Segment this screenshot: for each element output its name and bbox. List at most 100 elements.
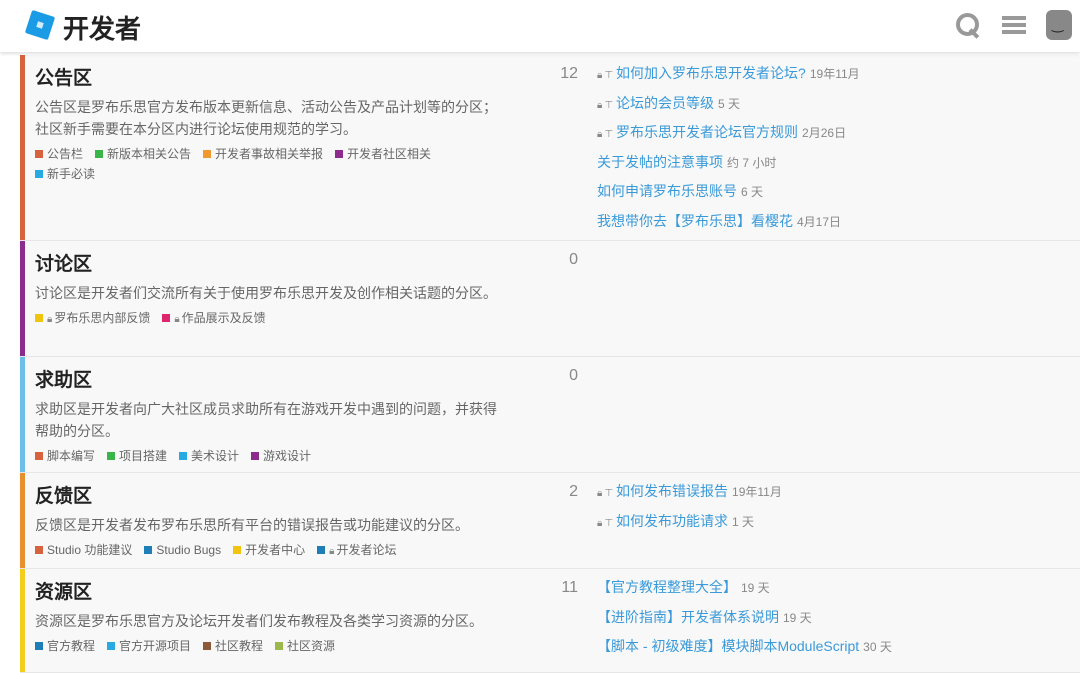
search-icon[interactable]	[954, 11, 982, 39]
category-name[interactable]: 求助区	[35, 365, 505, 392]
subcategory-name: 社区教程	[215, 639, 264, 653]
hamburger-menu-icon[interactable]	[1000, 11, 1028, 39]
subcategory-name: 脚本编写	[47, 449, 96, 463]
subcategory-name: 新版本相关公告	[107, 147, 192, 161]
category-name[interactable]: 资源区	[35, 577, 505, 604]
topic-age: 约 7 小时	[727, 155, 777, 170]
subcategory-link[interactable]: Studio 功能建议	[35, 540, 132, 560]
site-title[interactable]: 开发者	[63, 9, 141, 46]
subcategory-link[interactable]: 公告栏	[35, 144, 83, 164]
topic-age: 5 天	[718, 96, 741, 111]
subcategory-link[interactable]: 游戏设计	[251, 446, 311, 466]
subcategory-name: 社区资源	[287, 639, 336, 653]
subcategory-name: 开发者中心	[245, 543, 306, 557]
subcategory-link[interactable]: 开发者中心	[233, 540, 305, 560]
topic-title-link[interactable]: 我想带你去【罗布乐思】看樱花	[597, 213, 793, 229]
pin-icon: ⊤	[604, 488, 614, 499]
subcategory-color-swatch	[203, 642, 212, 650]
category-description: 讨论区是开发者们交流所有关于使用罗布乐思开发及创作相关话题的分区。	[35, 285, 497, 301]
pin-icon: ⊤	[604, 99, 614, 111]
subcategory-link[interactable]: 开发者事故相关举报	[203, 144, 323, 164]
subcategory-color-swatch	[144, 546, 153, 554]
subcategory-link[interactable]: 社区教程	[203, 636, 263, 656]
topic-title-link[interactable]: 关于发帖的注意事项	[597, 154, 723, 170]
subcategory-color-swatch	[35, 642, 43, 650]
subcategory-color-swatch	[107, 452, 116, 460]
category-name[interactable]: 公告区	[35, 63, 505, 90]
category-row: 求助区 求助区是开发者向广大社区成员求助所有在游戏开发中遇到的问题，并获得帮助的分…	[20, 357, 1080, 473]
topic-item: 如何申请罗布乐思账号 6 天	[597, 181, 860, 211]
topic-title-link[interactable]: 【脚本 - 初级难度】模块脚本ModuleScript	[597, 638, 859, 654]
subcategory-link[interactable]: Studio Bugs	[144, 540, 221, 560]
topic-age: 1 天	[732, 514, 755, 529]
topic-title-link[interactable]: 如何加入罗布乐思开发者论坛?	[616, 65, 806, 81]
subcategory-link[interactable]: 🔒︎ 罗布乐思内部反馈	[35, 308, 150, 330]
subcategory-name: 游戏设计	[263, 449, 312, 463]
category-color-bar	[20, 55, 25, 240]
category-description: 公告区是罗布乐思官方发布版本更新信息、活动公告及产品计划等的分区；社区新手需要在…	[35, 99, 497, 137]
topic-age: 2月26日	[802, 126, 847, 140]
latest-topics: 🔒︎ ⊤ 如何加入罗布乐思开发者论坛? 19年11月 🔒︎ ⊤ 论坛的会员等级 5 天 🔒︎ ⊤ 罗…	[597, 63, 860, 240]
subcategory-link[interactable]: 脚本编写	[35, 446, 95, 466]
subcategory-color-swatch	[233, 546, 242, 554]
subcategory-link[interactable]: 官方开源项目	[107, 636, 191, 656]
topic-title-link[interactable]: 罗布乐思开发者论坛官方规则	[616, 124, 798, 140]
subcategory-color-swatch	[107, 642, 116, 650]
topic-title-link[interactable]: 论坛的会员等级	[616, 95, 714, 111]
category-name[interactable]: 反馈区	[35, 481, 505, 508]
topic-age: 6 天	[741, 185, 764, 199]
subcategory-name: 美术设计	[191, 449, 240, 463]
subcategory-list: Studio 功能建议 Studio Bugs 开发者中心 🔒︎ 开发者论坛	[35, 540, 505, 562]
subcategory-name: 新手必读	[47, 167, 96, 181]
category-name[interactable]: 讨论区	[35, 249, 505, 276]
topic-item: 🔒︎ ⊤ 如何发布功能请求 1 天	[597, 511, 782, 541]
subcategory-link[interactable]: 新手必读	[35, 164, 95, 184]
topic-age: 19年11月	[732, 485, 782, 499]
lock-icon: 🔒︎	[597, 70, 603, 81]
subcategory-link[interactable]: 开发者社区相关	[335, 144, 431, 164]
subcategory-color-swatch	[35, 546, 43, 554]
subcategory-name: 开发者论坛	[336, 543, 397, 557]
category-color-bar	[20, 569, 25, 672]
topic-item: 【进阶指南】开发者体系说明 19 天	[597, 607, 892, 637]
subcategory-color-swatch	[179, 452, 188, 460]
subcategory-link[interactable]: 官方教程	[35, 636, 95, 656]
topic-title-link[interactable]: 如何发布功能请求	[616, 513, 728, 529]
subcategory-link[interactable]: 项目搭建	[107, 446, 167, 466]
topic-title-link[interactable]: 如何申请罗布乐思账号	[597, 183, 737, 199]
topic-title-link[interactable]: 【进阶指南】开发者体系说明	[597, 609, 779, 625]
subcategory-color-swatch	[251, 452, 260, 460]
category-info: 反馈区反馈区是开发者发布罗布乐思所有平台的错误报告或功能建议的分区。 Studio…	[35, 481, 505, 562]
roblox-logo-icon[interactable]	[24, 9, 56, 41]
topic-item: 🔒︎ ⊤ 如何加入罗布乐思开发者论坛? 19年11月	[597, 63, 860, 93]
subcategory-name: 开发者社区相关	[347, 147, 432, 161]
subcategory-link[interactable]: 美术设计	[179, 446, 239, 466]
subcategory-name: 公告栏	[47, 147, 84, 161]
category-color-bar	[20, 241, 25, 356]
subcategory-link[interactable]: 🔒︎ 开发者论坛	[317, 540, 396, 562]
subcategory-list: 脚本编写 项目搭建 美术设计 游戏设计	[35, 446, 505, 466]
subcategory-color-swatch	[35, 314, 43, 322]
topic-count: 0	[569, 367, 578, 384]
lock-icon: 🔒︎	[597, 99, 603, 111]
subcategory-name: 开发者事故相关举报	[215, 147, 324, 161]
lock-icon: 🔒︎	[329, 546, 335, 557]
subcategory-color-swatch	[275, 642, 284, 650]
user-avatar[interactable]	[1046, 10, 1072, 40]
lock-icon: 🔒︎	[174, 314, 180, 325]
subcategory-name: Studio Bugs	[156, 543, 222, 557]
topic-count: 0	[569, 251, 578, 268]
category-row: 讨论区讨论区是开发者们交流所有关于使用罗布乐思开发及创作相关话题的分区。 🔒︎ 罗布…	[20, 241, 1080, 357]
lock-icon: 🔒︎	[597, 517, 603, 529]
topic-item: 【脚本 - 初级难度】模块脚本ModuleScript 30 天	[597, 636, 892, 666]
topic-title-link[interactable]: 如何发布错误报告	[616, 483, 728, 499]
subcategory-link[interactable]: 社区资源	[275, 636, 335, 656]
topic-age: 19年11月	[809, 67, 860, 81]
subcategory-link[interactable]: 🔒︎ 作品展示及反馈	[162, 308, 266, 330]
category-list: 公告区公告区是罗布乐思官方发布版本更新信息、活动公告及产品计划等的分区；社区新手…	[0, 55, 1080, 673]
topic-count: 2	[569, 483, 578, 500]
topic-item: 关于发帖的注意事项约 7 小时	[597, 152, 860, 182]
category-description: 反馈区是开发者发布罗布乐思所有平台的错误报告或功能建议的分区。	[35, 517, 469, 533]
subcategory-link[interactable]: 新版本相关公告	[95, 144, 191, 164]
topic-title-link[interactable]: 【官方教程整理大全】	[597, 579, 737, 595]
